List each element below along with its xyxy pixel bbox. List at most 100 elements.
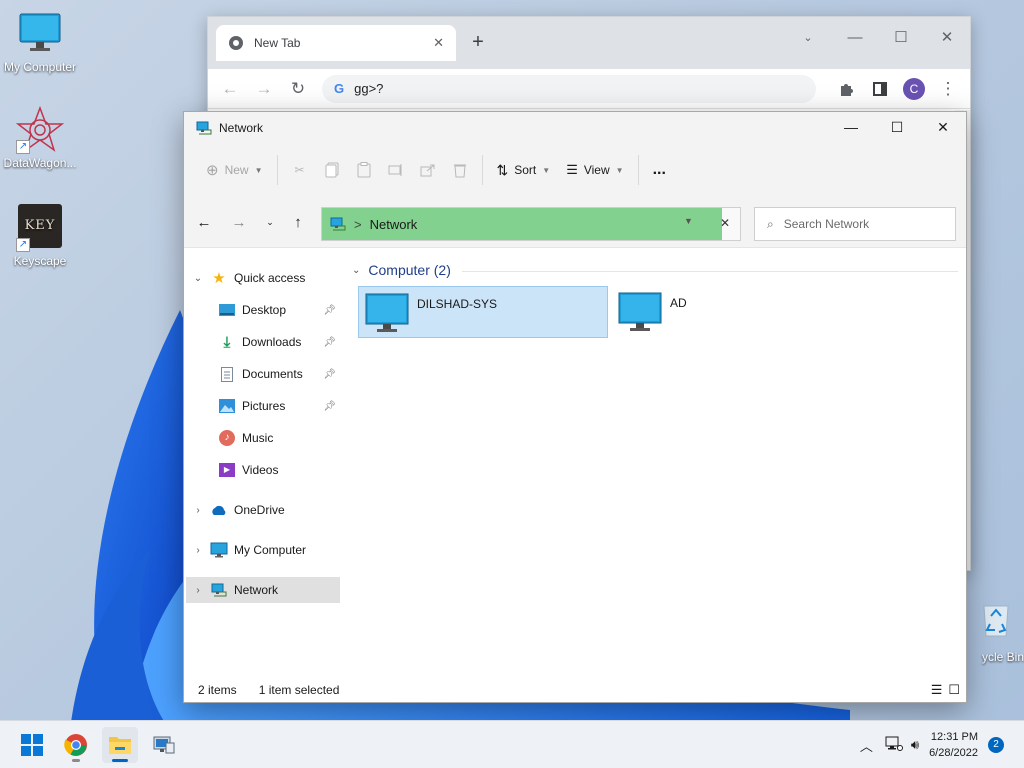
download-arrow-icon: ⤓ [223,333,231,351]
pin-icon[interactable]: 📌︎ [323,337,336,348]
sort-button[interactable]: ⇅ Sort ▼ [489,152,559,188]
desktop-icon-datawagon[interactable]: ↗ DataWagon... [0,105,80,170]
cloud-icon [210,501,228,519]
clock[interactable]: 12:31 PM 6/28/2022 [929,729,978,761]
recycle-bin-icon [968,600,1016,648]
back-arrow-icon[interactable]: ← [192,210,216,234]
pin-icon[interactable]: 📌︎ [323,305,336,316]
forward-arrow-icon[interactable]: → [227,210,251,234]
chevron-right-icon: › [196,584,200,596]
copy-icon[interactable] [316,152,348,188]
tab-search-icon[interactable]: ⌄ [785,23,831,53]
nav-item-pictures[interactable]: Pictures 📌︎ [186,393,340,419]
nav-item-my-computer[interactable]: › My Computer [186,537,340,563]
group-header[interactable]: ⌄ Computer (2) [352,262,451,278]
item-name: DILSHAD-SYS [417,297,498,311]
nav-item-quick-access[interactable]: ⌄ ★ Quick access [186,265,340,291]
close-button[interactable]: ✕ [920,112,966,142]
chrome-tabstrip: New Tab ✕ + ⌄ — ☐ ✕ [208,17,970,69]
minimize-button[interactable]: — [828,112,874,142]
command-bar: ⊕ New ▼ ✂ ⇅ Sort ▼ ☰ View ▼ ... [184,144,966,196]
chevron-down-icon: ⌄ [352,264,361,276]
shortcut-arrow-icon: ↗ [16,238,30,252]
more-options-button[interactable]: ... [645,152,674,188]
large-icons-view-icon[interactable]: ☐ [948,682,960,698]
taskbar-file-explorer[interactable] [102,727,138,763]
pin-icon[interactable]: 📌︎ [323,401,336,412]
details-view-icon[interactable]: ☰ [931,682,943,698]
monitor-icon [16,10,64,58]
side-panel-icon[interactable] [864,73,896,105]
chrome-maximize-button[interactable]: ☐ [878,23,924,53]
nav-item-label: Documents [242,367,303,381]
computer-item-ad[interactable]: AD [612,286,862,338]
nav-item-music[interactable]: ♪ Music [186,425,340,451]
nav-item-onedrive[interactable]: › OneDrive [186,497,340,523]
volume-icon[interactable]: 🔊︎ [911,737,919,753]
nav-item-network[interactable]: › Network [186,577,340,603]
nav-item-label: Network [234,583,279,597]
share-icon[interactable] [412,152,444,188]
desktop-icon-label: DataWagon... [3,156,77,170]
nav-item-desktop[interactable]: Desktop 📌︎ [186,297,340,323]
up-arrow-icon[interactable]: ↑ [286,210,310,234]
show-hidden-icons-chevron-icon[interactable]: ︿ [860,736,873,755]
chrome-icon [64,734,87,756]
start-button[interactable] [14,727,50,763]
nav-item-videos[interactable]: ▶ Videos [186,457,340,483]
nav-item-documents[interactable]: Documents 📌︎ [186,361,340,387]
cut-icon[interactable]: ✂ [284,152,316,188]
clear-address-icon[interactable]: ✕ [720,216,730,230]
group-title: Computer (2) [368,262,451,278]
file-explorer-window[interactable]: Network — ☐ ✕ ⊕ New ▼ ✂ ⇅ Sort ▼ ☰ View … [183,111,967,764]
breadcrumb[interactable]: Network [370,217,418,232]
desktop-folder-icon [218,301,236,319]
chevron-right-icon: › [196,504,200,516]
desktop-icon-keyscape[interactable]: KEY ↗ Keyscape [0,204,80,268]
chrome-tab[interactable]: New Tab ✕ [216,25,456,61]
profile-avatar-button[interactable]: C [898,73,930,105]
chrome-close-button[interactable]: ✕ [924,23,970,53]
search-input[interactable]: ⌕ Search Network [754,207,956,241]
chevron-down-icon: ▼ [254,165,263,175]
delete-icon[interactable] [444,152,476,188]
pin-icon[interactable]: 📌︎ [323,369,336,380]
new-button[interactable]: ⊕ New ▼ [198,152,271,188]
separator [276,155,278,185]
omnibox[interactable]: G gg>? [322,74,816,103]
back-arrow-icon[interactable]: ← [214,73,246,105]
paste-icon[interactable] [348,152,380,188]
network-app-icon [153,736,175,754]
chevron-down-icon: ⌄ [193,272,203,284]
address-history-chevron-icon[interactable]: ▼ [684,216,693,226]
plus-circle-icon: ⊕ [206,162,219,179]
recent-locations-chevron-icon[interactable]: ⌄ [258,210,282,234]
chrome-tab-title: New Tab [254,36,301,50]
document-icon [218,365,236,383]
network-status-icon[interactable] [885,736,903,755]
taskbar: ︿ 🔊︎ 12:31 PM 6/28/2022 2 [0,720,1024,768]
chrome-minimize-button[interactable]: — [832,23,878,53]
taskbar-network-app[interactable] [146,727,182,763]
extensions-icon[interactable] [830,73,862,105]
close-tab-icon[interactable]: ✕ [433,35,444,51]
notification-badge[interactable]: 2 [988,737,1004,753]
address-bar[interactable]: > Network ▼ ✕ [321,207,741,241]
system-tray: ︿ 🔊︎ 12:31 PM 6/28/2022 2 [860,721,1024,768]
chevron-down-icon: ▼ [542,165,551,175]
nav-item-downloads[interactable]: ⤓ Downloads 📌︎ [186,329,340,355]
desktop-icon-my-computer[interactable]: My Computer [0,10,80,74]
menu-kebab-icon[interactable]: ⋮ [932,73,964,105]
new-tab-button[interactable]: + [466,31,490,55]
view-button[interactable]: ☰ View ▼ [558,152,631,188]
taskbar-chrome[interactable] [58,727,94,763]
address-bar-row: ← → ⌄ ↑ > Network ▼ ✕ ⌕ Search Network [184,196,966,248]
view-button-label: View [583,163,610,177]
computer-item-dilshad-sys[interactable]: DILSHAD-SYS [358,286,608,338]
maximize-button[interactable]: ☐ [874,112,920,142]
forward-arrow-icon[interactable]: → [248,73,280,105]
reload-icon[interactable]: ↻ [282,73,314,105]
nav-item-label: Music [242,431,274,445]
rename-icon[interactable] [380,152,412,188]
nav-item-label: OneDrive [234,503,285,517]
